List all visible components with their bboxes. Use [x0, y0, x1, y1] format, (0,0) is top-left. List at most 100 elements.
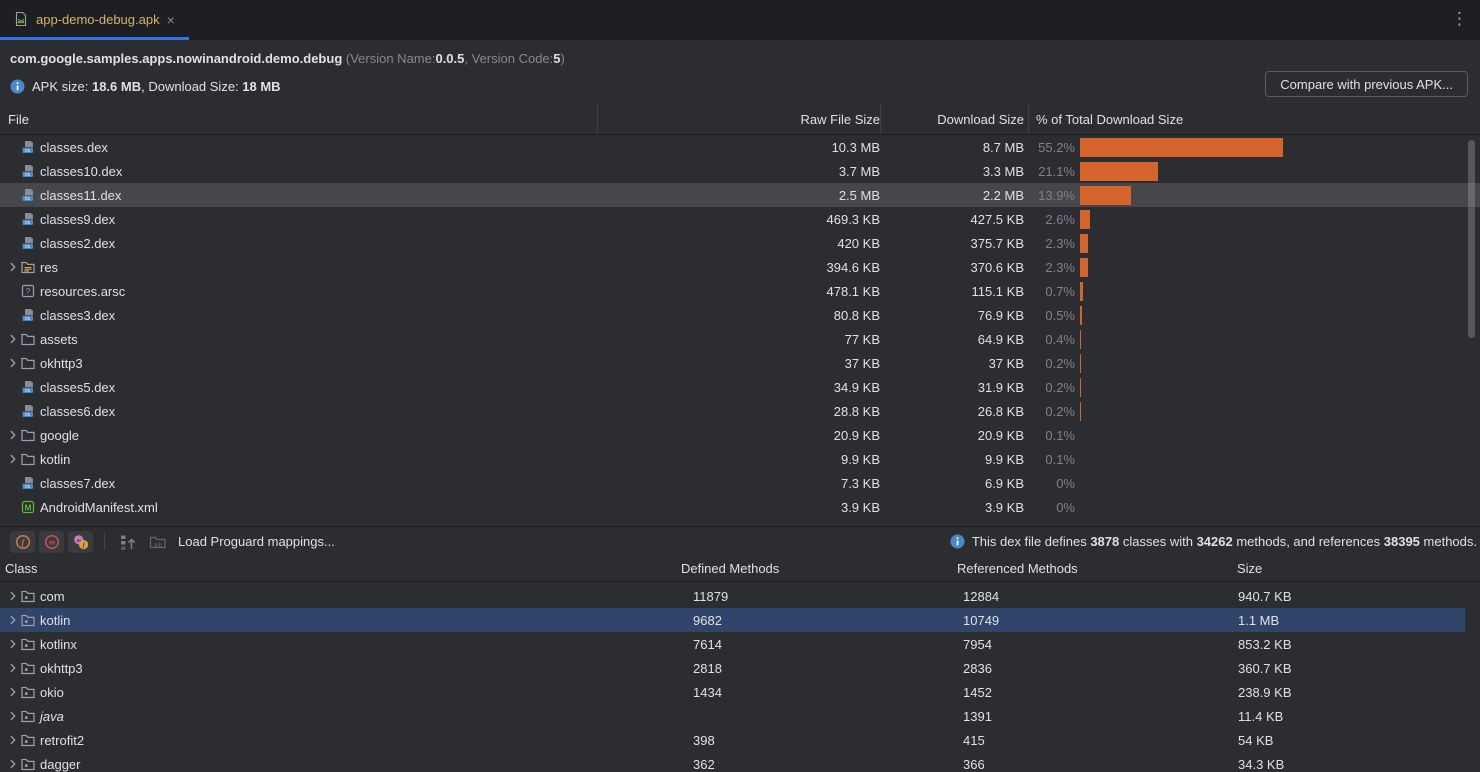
referenced-methods: 7954 [963, 637, 1238, 652]
file-row-classes3.dex[interactable]: 01classes3.dex80.8 KB76.9 KB0.5% [0, 303, 1480, 327]
svg-text:a.b: a.b [154, 542, 162, 548]
column-header-pct-of-total[interactable]: % of Total Download Size [1028, 104, 1480, 134]
referenced-methods: 12884 [963, 589, 1238, 604]
download-pct-bar [1080, 186, 1131, 205]
defined-methods: 398 [687, 733, 963, 748]
pct-of-total: 0.7% [1024, 284, 1075, 299]
pct-bar-zone [1075, 135, 1480, 159]
pct-of-total: 0.2% [1024, 356, 1075, 371]
dex-file-icon: 01 [20, 211, 40, 227]
show-fields-icon[interactable]: f [10, 531, 35, 553]
column-header-referenced-methods[interactable]: Referenced Methods [957, 561, 1237, 576]
chevron-right-icon[interactable] [0, 451, 20, 467]
file-row-classes6.dex[interactable]: 01classes6.dex28.8 KB26.8 KB0.2% [0, 399, 1480, 423]
info-icon [10, 79, 25, 94]
file-row-classes10.dex[interactable]: 01classes10.dex3.7 MB3.3 MB21.1% [0, 159, 1480, 183]
chevron-right-icon[interactable] [0, 684, 20, 700]
version-suffix: ) [561, 51, 565, 66]
file-row-okhttp3[interactable]: okhttp337 KB37 KB0.2% [0, 351, 1480, 375]
class-row-java[interactable]: java139111.4 KB [0, 704, 1480, 728]
download-pct-bar [1080, 282, 1083, 301]
kebab-menu-icon[interactable]: ⋮ [1451, 9, 1468, 29]
column-header-raw-file-size[interactable]: Raw File Size [598, 104, 880, 134]
defined-methods: 2818 [687, 661, 963, 676]
file-row-classes11.dex[interactable]: 01classes11.dex2.5 MB2.2 MB13.9% [0, 183, 1480, 207]
column-header-defined-methods[interactable]: Defined Methods [681, 561, 957, 576]
file-row-google[interactable]: google20.9 KB20.9 KB0.1% [0, 423, 1480, 447]
chevron-right-icon[interactable] [0, 636, 20, 652]
file-row-classes5.dex[interactable]: 01classes5.dex34.9 KB31.9 KB0.2% [0, 375, 1480, 399]
svg-text:01: 01 [25, 172, 31, 178]
raw-file-size: 9.9 KB [598, 452, 880, 467]
close-icon[interactable]: × [167, 10, 175, 28]
file-name: res [40, 260, 598, 275]
class-row-okio[interactable]: okio14341452238.9 KB [0, 680, 1480, 704]
pct-of-total: 2.3% [1024, 260, 1075, 275]
package-folder-icon [20, 708, 40, 724]
svg-text:01: 01 [25, 412, 31, 418]
pct-bar-zone [1075, 447, 1480, 471]
package-size: 238.9 KB [1238, 685, 1480, 700]
dex-file-icon: 01 [20, 379, 40, 395]
pct-bar-zone [1075, 207, 1480, 231]
file-row-classes9.dex[interactable]: 01classes9.dex469.3 KB427.5 KB2.6% [0, 207, 1480, 231]
flatten-packages-icon[interactable] [116, 531, 141, 553]
chevron-right-icon[interactable] [0, 427, 20, 443]
chevron-right-icon[interactable] [0, 708, 20, 724]
class-row-retrofit2[interactable]: retrofit239841554 KB [0, 728, 1480, 752]
raw-file-size: 80.8 KB [598, 308, 880, 323]
pct-bar-zone [1075, 399, 1480, 423]
pct-bar-zone [1075, 159, 1480, 183]
deobfuscate-names-icon[interactable]: a.b [145, 531, 170, 553]
file-row-classes2.dex[interactable]: 01classes2.dex420 KB375.7 KB2.3% [0, 231, 1480, 255]
class-row-okhttp3[interactable]: okhttp328182836360.7 KB [0, 656, 1480, 680]
svg-text:01: 01 [25, 388, 31, 394]
chevron-right-icon[interactable] [0, 756, 20, 772]
referenced-methods: 366 [963, 757, 1238, 772]
package-name: okio [40, 685, 687, 700]
class-row-com[interactable]: com1187912884940.7 KB [0, 584, 1480, 608]
package-name: java [40, 709, 687, 724]
column-header-download-size[interactable]: Download Size [880, 104, 1024, 134]
chevron-right-icon[interactable] [0, 331, 20, 347]
file-row-classes7.dex[interactable]: 01classes7.dex7.3 KB6.9 KB0% [0, 471, 1480, 495]
dex-file-icon: 01 [20, 139, 40, 155]
dex-file-icon: 01 [20, 403, 40, 419]
chevron-right-icon[interactable] [0, 588, 20, 604]
column-header-file[interactable]: File [0, 104, 598, 134]
raw-file-size: 77 KB [598, 332, 880, 347]
compare-with-previous-apk-button[interactable]: Compare with previous APK... [1265, 71, 1468, 97]
show-references-icon[interactable]: m f [68, 531, 93, 553]
load-proguard-mappings-label[interactable]: Load Proguard mappings... [178, 534, 335, 549]
file-row-classes.dex[interactable]: 01classes.dex10.3 MB8.7 MB55.2% [0, 135, 1480, 159]
chevron-right-icon[interactable] [0, 355, 20, 371]
download-size: 26.8 KB [880, 404, 1024, 419]
version-prefix: (Version Name: [342, 51, 435, 66]
class-row-kotlin[interactable]: kotlin9682107491.1 MB [0, 608, 1465, 632]
chevron-right-icon[interactable] [0, 612, 20, 628]
chevron-right-icon[interactable] [0, 259, 20, 275]
file-row-kotlin[interactable]: kotlin9.9 KB9.9 KB0.1% [0, 447, 1480, 471]
pct-of-total: 13.9% [1024, 188, 1075, 203]
file-row-resources.arsc[interactable]: ?resources.arsc478.1 KB115.1 KB0.7% [0, 279, 1480, 303]
show-methods-icon[interactable]: m [39, 531, 64, 553]
file-row-assets[interactable]: assets77 KB64.9 KB0.4% [0, 327, 1480, 351]
tab-apk-file[interactable]: app-demo-debug.apk × [0, 0, 189, 40]
file-name: classes6.dex [40, 404, 598, 419]
column-header-class[interactable]: Class [0, 561, 681, 576]
svg-text:01: 01 [25, 484, 31, 490]
column-header-size[interactable]: Size [1237, 561, 1480, 576]
chevron-right-icon[interactable] [0, 732, 20, 748]
resources-folder-icon [20, 259, 40, 275]
class-row-kotlinx[interactable]: kotlinx76147954853.2 KB [0, 632, 1480, 656]
raw-file-size: 20.9 KB [598, 428, 880, 443]
chevron-right-icon[interactable] [0, 660, 20, 676]
folder-icon [20, 355, 40, 371]
raw-file-size: 478.1 KB [598, 284, 880, 299]
vertical-scrollbar[interactable] [1468, 140, 1475, 338]
class-row-dagger[interactable]: dagger36236634.3 KB [0, 752, 1480, 772]
arsc-file-icon: ? [20, 283, 40, 299]
file-row-AndroidManifest.xml[interactable]: MAndroidManifest.xml3.9 KB3.9 KB0% [0, 495, 1480, 519]
file-row-res[interactable]: res394.6 KB370.6 KB2.3% [0, 255, 1480, 279]
package-name: kotlin [40, 613, 687, 628]
